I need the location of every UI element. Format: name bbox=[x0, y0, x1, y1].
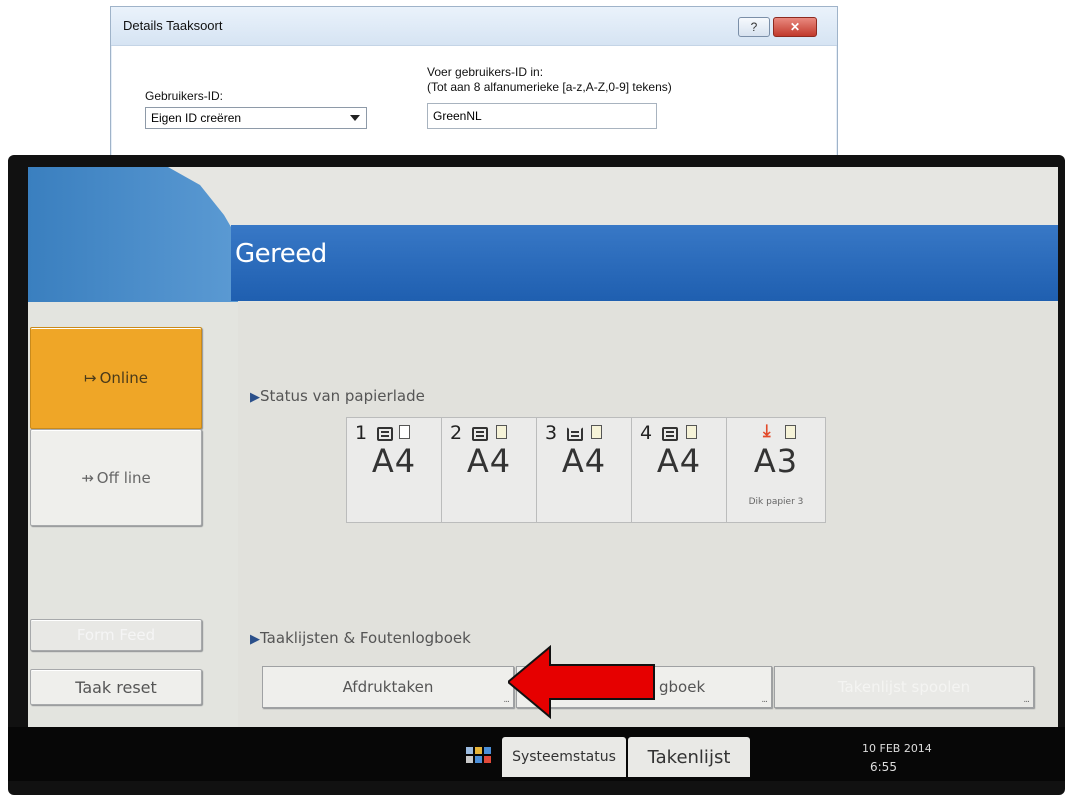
date-display: 10 FEB 2014 bbox=[862, 742, 932, 755]
form-feed-label: Form Feed bbox=[76, 626, 156, 644]
online-label: Online bbox=[99, 369, 148, 387]
tray-1[interactable]: 1 A4 bbox=[346, 417, 442, 523]
takenlijst-tab[interactable]: Takenlijst bbox=[628, 737, 750, 777]
online-arrow-icon: ↦ bbox=[84, 369, 97, 387]
thick-paper-icon bbox=[785, 425, 796, 439]
systeemstatus-tab[interactable]: Systeemstatus bbox=[502, 737, 626, 777]
recycled-paper-icon bbox=[591, 425, 602, 439]
paper-level-icon bbox=[377, 427, 393, 441]
takenlijst-spoolen-button[interactable]: Takenlijst spoolen... bbox=[774, 666, 1034, 708]
taak-reset-button[interactable]: Taak reset bbox=[30, 669, 202, 705]
dialog-titlebar: Details Taaksoort ? ✕ bbox=[111, 7, 837, 46]
tray-4[interactable]: 4 A4 bbox=[631, 417, 727, 523]
tray-paper-type: Dik papier 3 bbox=[748, 497, 804, 507]
online-button[interactable]: ↦ Online bbox=[30, 327, 202, 429]
paper-empty-icon bbox=[567, 427, 583, 441]
help-button[interactable]: ? bbox=[738, 17, 770, 37]
userid-type-select[interactable]: Eigen ID creëren bbox=[145, 107, 367, 129]
dropdown-arrow-icon bbox=[350, 115, 360, 121]
pointer-arrow-icon bbox=[508, 645, 655, 719]
close-icon: ✕ bbox=[789, 20, 801, 34]
offline-button[interactable]: ⇸ Off line bbox=[30, 429, 202, 526]
instruction-line-2: (Tot aan 8 alfanumerieke [a-z,A-Z,0-9] t… bbox=[427, 80, 672, 94]
tray-bypass[interactable]: ⤓ A3 Dik papier 3 bbox=[726, 417, 826, 523]
status-title: Gereed bbox=[235, 239, 327, 269]
tray-3[interactable]: 3 A4 bbox=[536, 417, 632, 523]
section-arrow-icon: ▶ bbox=[250, 390, 260, 405]
userid-input[interactable]: GreenNL bbox=[427, 103, 657, 129]
plain-paper-icon bbox=[399, 425, 410, 439]
paper-level-icon bbox=[472, 427, 488, 441]
close-button[interactable]: ✕ bbox=[773, 17, 817, 37]
paper-level-icon bbox=[662, 427, 678, 441]
bypass-tray-icon: ⤓ bbox=[763, 421, 771, 441]
form-feed-button[interactable]: Form Feed bbox=[30, 619, 202, 651]
status-title-bar bbox=[231, 225, 1058, 301]
userid-label: Gebruikers-ID: bbox=[145, 89, 224, 103]
userid-select-value: Eigen ID creëren bbox=[151, 111, 242, 125]
details-taaksoort-dialog: Details Taaksoort ? ✕ Gebruikers-ID: Voe… bbox=[110, 6, 838, 158]
afdruktaken-button[interactable]: Afdruktaken... bbox=[262, 666, 514, 708]
offline-arrow-icon: ⇸ bbox=[81, 468, 94, 487]
offline-label: Off line bbox=[96, 468, 151, 487]
instruction-line-1: Voer gebruikers-ID in: bbox=[427, 65, 544, 79]
section-arrow-icon: ▶ bbox=[250, 632, 260, 647]
tray-2[interactable]: 2 A4 bbox=[441, 417, 537, 523]
taak-reset-label: Taak reset bbox=[75, 677, 157, 697]
tray-section-title: ▶Status van papierlade bbox=[250, 387, 425, 405]
help-icon: ? bbox=[750, 20, 758, 34]
joblist-section-title: ▶Taaklijsten & Foutenlogboek bbox=[250, 629, 471, 647]
recycled-paper-icon bbox=[686, 425, 697, 439]
recycled-paper-icon bbox=[496, 425, 507, 439]
time-display: 6:55 bbox=[870, 760, 897, 774]
userid-input-value: GreenNL bbox=[433, 109, 482, 123]
tray-status-group: 1 A4 2 A4 3 A4 4 A4 ⤓ A3 Dik papier 3 bbox=[346, 417, 826, 523]
dialog-title: Details Taaksoort bbox=[123, 18, 223, 33]
status-indicator-icon bbox=[466, 747, 498, 763]
